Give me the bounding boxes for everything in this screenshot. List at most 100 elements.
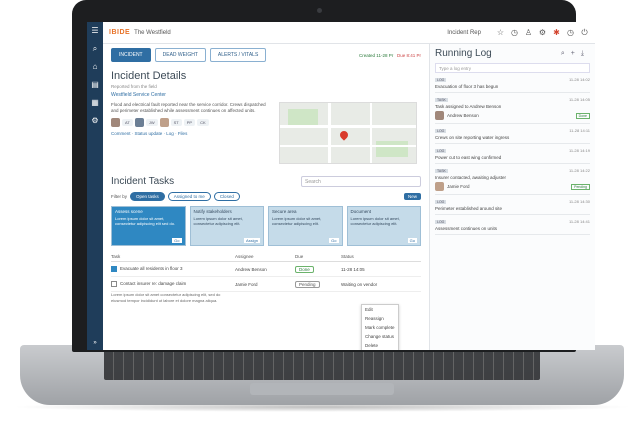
app-logo: IBIDE: [109, 29, 131, 36]
card-action-button[interactable]: Go: [407, 238, 417, 243]
log-entry[interactable]: TASK 11-28 14:05 Task assigned to Andrew …: [435, 97, 590, 124]
avatar[interactable]: [159, 118, 169, 127]
add-icon[interactable]: +: [571, 50, 581, 57]
download-icon[interactable]: ⤓: [581, 50, 590, 57]
running-log-title: Running Log: [435, 48, 492, 59]
col-status[interactable]: Status: [341, 254, 421, 259]
log-entry[interactable]: LOG 11-28 14:11 Crews on site reporting w…: [435, 128, 590, 144]
star-icon[interactable]: ☆: [496, 28, 505, 37]
menu-item-complete[interactable]: Mark complete: [362, 323, 398, 332]
table-row[interactable]: Evacuate all residents in floor 3 Andrew…: [111, 262, 421, 277]
row-action-menu: Edit Reassign Mark complete Change statu…: [361, 304, 399, 350]
card-action-button[interactable]: Go: [172, 238, 182, 243]
filter-assigned[interactable]: Assigned to me: [167, 192, 211, 201]
app-sidebar: ☰ ⌕ ⌂ ▤ ▦ ⚙ »: [87, 22, 103, 350]
menu-icon[interactable]: ☰: [87, 22, 103, 40]
log-entry[interactable]: LOG 11-28 14:41 Assessment continues on u…: [435, 219, 590, 235]
menu-item-status[interactable]: Change status: [362, 332, 398, 341]
row-checkbox[interactable]: [111, 266, 117, 272]
files-link[interactable]: Files: [178, 131, 188, 136]
task-card[interactable]: Assess scene Lorem ipsum dolor sit amet,…: [111, 206, 186, 246]
log-entry[interactable]: LOG 11-28 14:02 Evacuation of floor 3 has…: [435, 77, 590, 93]
task-status: 11-28 14:05: [341, 266, 365, 272]
incident-tabs: INCIDENT DEAD WEIGHT ALERTS / VITALS Cre…: [111, 48, 421, 62]
table-row[interactable]: Contact insurer re: damage claim Jamie F…: [111, 277, 421, 292]
person-icon[interactable]: ♙: [524, 28, 533, 37]
photo-stage: ☰ ⌕ ⌂ ▤ ▦ ⚙ » IBIDE The Westfield Incide…: [0, 0, 644, 424]
tab-dead-weight[interactable]: DEAD WEIGHT: [154, 48, 206, 62]
entry-badge: TASK: [435, 168, 448, 173]
incident-links: Comment · Status update · Log · Files: [111, 131, 188, 136]
status-link[interactable]: Status update: [135, 131, 163, 136]
avatar[interactable]: [134, 118, 144, 127]
filter-open[interactable]: Open tasks: [130, 192, 165, 201]
new-task-button[interactable]: New: [403, 193, 421, 200]
task-filters: Filter by Open tasks Assigned to me Clos…: [111, 192, 421, 201]
tab-alerts[interactable]: ALERTS / VITALS: [209, 48, 267, 62]
menu-item-reassign[interactable]: Reassign: [362, 314, 398, 323]
card-action-button[interactable]: Go: [329, 238, 339, 243]
person-pill[interactable]: CK: [197, 119, 209, 126]
home-icon[interactable]: ⌂: [87, 58, 103, 76]
entry-time: 11-28 14:30: [568, 199, 590, 204]
person-pill[interactable]: ST: [170, 119, 182, 126]
log-entry[interactable]: LOG 11-28 14:19 Power cut to east wing co…: [435, 148, 590, 164]
entry-person: Andrew Benson: [447, 113, 479, 118]
task-card[interactable]: Secure area Lorem ipsum dolor sit amet, …: [268, 206, 343, 246]
entry-text: Perimeter established around site: [435, 206, 503, 211]
incident-map[interactable]: [279, 102, 417, 164]
person-pill[interactable]: JW: [145, 119, 158, 126]
entry-badge: LOG: [435, 219, 447, 224]
entry-badge: LOG: [435, 148, 447, 153]
alert-icon[interactable]: ✱: [552, 28, 561, 37]
incidents-icon[interactable]: ▤: [87, 76, 103, 94]
avatar[interactable]: [111, 118, 120, 127]
workspace-selector[interactable]: The Westfield: [134, 30, 171, 36]
comment-link[interactable]: Comment: [111, 131, 131, 136]
col-due[interactable]: Due: [295, 254, 341, 259]
filter-closed[interactable]: Closed: [213, 192, 240, 201]
log-entry[interactable]: LOG 11-28 14:30 Perimeter established aro…: [435, 199, 590, 215]
tasks-header: Incident Tasks Search: [111, 176, 421, 187]
user-name[interactable]: Incident Rep: [447, 30, 481, 36]
incident-details-title: Incident Details: [111, 70, 187, 82]
log-entry[interactable]: TASK 11-28 14:22 Insurer contacted, await…: [435, 168, 590, 195]
log-entry-input[interactable]: Type a log entry: [435, 63, 590, 73]
power-icon[interactable]: ⏻: [580, 28, 589, 37]
col-task[interactable]: Task: [111, 254, 235, 259]
task-name: Contact insurer re: damage claim: [120, 281, 187, 287]
row-checkbox[interactable]: [111, 281, 117, 287]
menu-item-edit[interactable]: Edit: [362, 305, 398, 314]
map-pin-icon[interactable]: [338, 129, 350, 141]
map-road: [280, 145, 416, 147]
menu-item-delete[interactable]: Delete: [362, 341, 398, 350]
card-action-button[interactable]: Assign: [243, 238, 260, 243]
log-link[interactable]: Log: [166, 131, 174, 136]
entry-tag: Done: [575, 112, 590, 119]
task-card[interactable]: Document Lorem ipsum dolor sit amet, con…: [346, 206, 421, 246]
settings-icon[interactable]: ⚙: [87, 112, 103, 130]
tasks-table-header: Task Assignee Due Status: [111, 254, 421, 262]
search-icon[interactable]: ⌕: [561, 50, 571, 57]
person-pill[interactable]: AT: [122, 119, 133, 126]
clock-icon[interactable]: ◷: [510, 28, 519, 37]
person-pill[interactable]: PP: [183, 119, 196, 126]
history-icon[interactable]: ◷: [566, 28, 575, 37]
gear-icon[interactable]: ⚙: [538, 28, 547, 37]
incident-address[interactable]: Westfield Service Center: [111, 92, 421, 98]
incident-subtitle: Reported from the field: [111, 84, 157, 89]
entry-text: Insurer contacted, awaiting adjuster: [435, 175, 507, 180]
col-assignee[interactable]: Assignee: [235, 254, 295, 259]
grid-icon[interactable]: ▦: [87, 94, 103, 112]
card-title: Secure area: [272, 209, 297, 214]
entry-time: 11-28 14:05: [568, 97, 590, 102]
card-text: Lorem ipsum dolor sit amet, consectetur …: [193, 216, 243, 226]
tasks-search-input[interactable]: Search: [301, 176, 421, 187]
task-card[interactable]: Notify stakeholders Lorem ipsum dolor si…: [189, 206, 264, 246]
tab-incident[interactable]: INCIDENT: [111, 48, 151, 62]
search-icon[interactable]: ⌕: [87, 40, 103, 58]
expand-icon[interactable]: »: [87, 340, 103, 346]
task-due-tag: Done: [295, 265, 314, 273]
log-actions: ⌕+⤓: [561, 50, 590, 58]
entry-text: Task assigned to Andrew Benson: [435, 104, 502, 109]
